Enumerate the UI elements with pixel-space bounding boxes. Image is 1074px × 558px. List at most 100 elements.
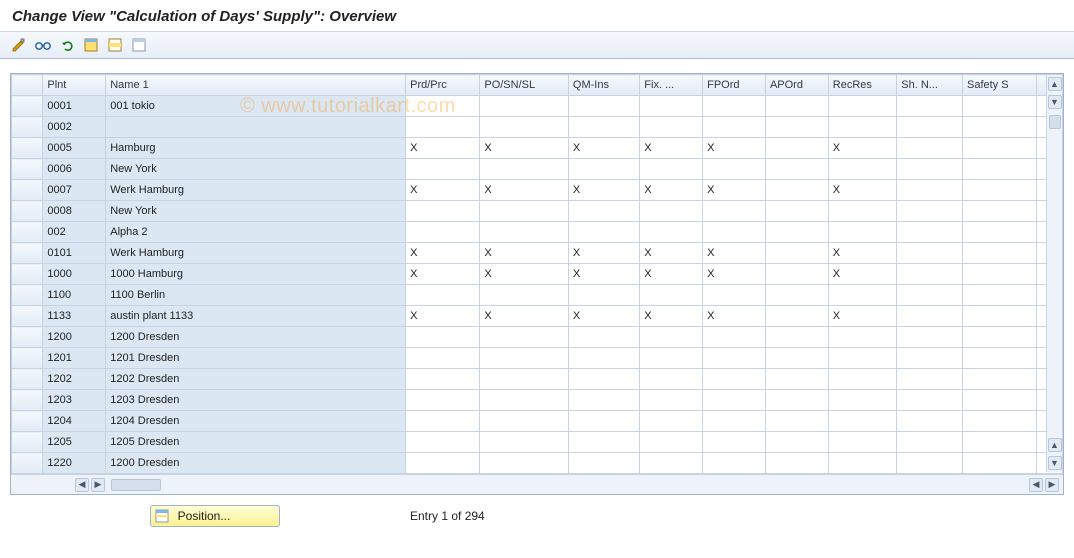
undo-icon[interactable]	[56, 35, 78, 55]
cell-mark[interactable]	[640, 432, 703, 453]
cell-mark[interactable]	[480, 327, 569, 348]
cell-plnt[interactable]: 1200	[43, 327, 106, 348]
cell-mark[interactable]: X	[568, 264, 639, 285]
cell-mark[interactable]	[640, 411, 703, 432]
cell-mark[interactable]	[568, 411, 639, 432]
cell-mark[interactable]	[480, 348, 569, 369]
cell-mark[interactable]	[406, 117, 480, 138]
cell-mark[interactable]: X	[703, 306, 766, 327]
select-all-rows-button[interactable]	[12, 75, 43, 96]
cell-name1[interactable]: Werk Hamburg	[106, 180, 406, 201]
cell-mark[interactable]	[568, 96, 639, 117]
cell-mark[interactable]	[828, 327, 897, 348]
cell-mark[interactable]	[640, 285, 703, 306]
cell-mark[interactable]	[480, 117, 569, 138]
cell-plnt[interactable]: 0101	[43, 243, 106, 264]
cell-mark[interactable]: X	[828, 180, 897, 201]
cell-mark[interactable]	[828, 159, 897, 180]
cell-plnt[interactable]: 1201	[43, 348, 106, 369]
cell-mark[interactable]: X	[480, 138, 569, 159]
cell-mark[interactable]	[828, 369, 897, 390]
cell-mark[interactable]	[962, 390, 1036, 411]
cell-mark[interactable]	[480, 453, 569, 474]
vertical-scrollbar[interactable]: ▲ ▼ ▲ ▼	[1046, 75, 1062, 472]
column-header-posnsl[interactable]: PO/SN/SL	[480, 75, 569, 96]
column-header-shn[interactable]: Sh. N...	[897, 75, 963, 96]
cell-mark[interactable]: X	[640, 306, 703, 327]
cell-mark[interactable]: X	[480, 180, 569, 201]
cell-mark[interactable]	[765, 201, 828, 222]
cell-plnt[interactable]: 0006	[43, 159, 106, 180]
scroll-down-step-button[interactable]: ▼	[1048, 95, 1062, 109]
cell-mark[interactable]	[962, 264, 1036, 285]
cell-mark[interactable]	[897, 369, 963, 390]
row-select-button[interactable]	[12, 369, 43, 390]
column-header-fix[interactable]: Fix. ...	[640, 75, 703, 96]
column-header-apord[interactable]: APOrd	[765, 75, 828, 96]
row-select-button[interactable]	[12, 411, 43, 432]
column-header-name1[interactable]: Name 1	[106, 75, 406, 96]
cell-mark[interactable]	[765, 306, 828, 327]
cell-plnt[interactable]: 1220	[43, 453, 106, 474]
cell-name1[interactable]: New York	[106, 201, 406, 222]
cell-name1[interactable]: 1202 Dresden	[106, 369, 406, 390]
cell-mark[interactable]	[962, 96, 1036, 117]
cell-mark[interactable]	[765, 159, 828, 180]
row-select-button[interactable]	[12, 264, 43, 285]
cell-mark[interactable]: X	[703, 180, 766, 201]
cell-mark[interactable]	[897, 306, 963, 327]
cell-plnt[interactable]: 1100	[43, 285, 106, 306]
row-select-button[interactable]	[12, 243, 43, 264]
cell-mark[interactable]	[640, 390, 703, 411]
cell-mark[interactable]	[897, 327, 963, 348]
cell-mark[interactable]: X	[703, 138, 766, 159]
cell-mark[interactable]	[568, 369, 639, 390]
cell-plnt[interactable]: 1000	[43, 264, 106, 285]
cell-mark[interactable]	[406, 453, 480, 474]
cell-mark[interactable]	[406, 369, 480, 390]
cell-mark[interactable]: X	[828, 306, 897, 327]
scroll-up-button[interactable]: ▲	[1048, 77, 1062, 91]
scroll-right-button[interactable]: ▶	[1045, 478, 1059, 492]
cell-mark[interactable]	[703, 285, 766, 306]
cell-mark[interactable]	[406, 285, 480, 306]
cell-mark[interactable]: X	[640, 138, 703, 159]
cell-name1[interactable]: Alpha 2	[106, 222, 406, 243]
cell-mark[interactable]	[406, 159, 480, 180]
cell-mark[interactable]	[962, 432, 1036, 453]
cell-mark[interactable]	[703, 411, 766, 432]
cell-mark[interactable]	[765, 222, 828, 243]
row-select-button[interactable]	[12, 117, 43, 138]
cell-mark[interactable]	[703, 117, 766, 138]
cell-plnt[interactable]: 0001	[43, 96, 106, 117]
cell-mark[interactable]	[568, 285, 639, 306]
cell-mark[interactable]	[962, 285, 1036, 306]
cell-plnt[interactable]: 1202	[43, 369, 106, 390]
cell-mark[interactable]	[765, 348, 828, 369]
cell-mark[interactable]	[765, 453, 828, 474]
cell-mark[interactable]: X	[640, 180, 703, 201]
cell-mark[interactable]	[828, 432, 897, 453]
cell-mark[interactable]	[962, 306, 1036, 327]
cell-mark[interactable]	[703, 222, 766, 243]
cell-mark[interactable]	[703, 327, 766, 348]
cell-mark[interactable]	[480, 285, 569, 306]
row-select-button[interactable]	[12, 432, 43, 453]
cell-mark[interactable]	[765, 264, 828, 285]
cell-mark[interactable]	[897, 411, 963, 432]
cell-mark[interactable]	[568, 327, 639, 348]
cell-mark[interactable]	[765, 96, 828, 117]
cell-mark[interactable]	[406, 327, 480, 348]
cell-mark[interactable]	[703, 432, 766, 453]
cell-plnt[interactable]: 0002	[43, 117, 106, 138]
cell-mark[interactable]: X	[480, 243, 569, 264]
cell-mark[interactable]: X	[406, 138, 480, 159]
cell-mark[interactable]	[765, 432, 828, 453]
cell-mark[interactable]	[765, 411, 828, 432]
cell-mark[interactable]	[480, 222, 569, 243]
cell-mark[interactable]	[962, 243, 1036, 264]
position-button[interactable]: Position...	[150, 505, 280, 527]
cell-mark[interactable]: X	[828, 264, 897, 285]
cell-name1[interactable]: 1205 Dresden	[106, 432, 406, 453]
cell-plnt[interactable]: 1204	[43, 411, 106, 432]
